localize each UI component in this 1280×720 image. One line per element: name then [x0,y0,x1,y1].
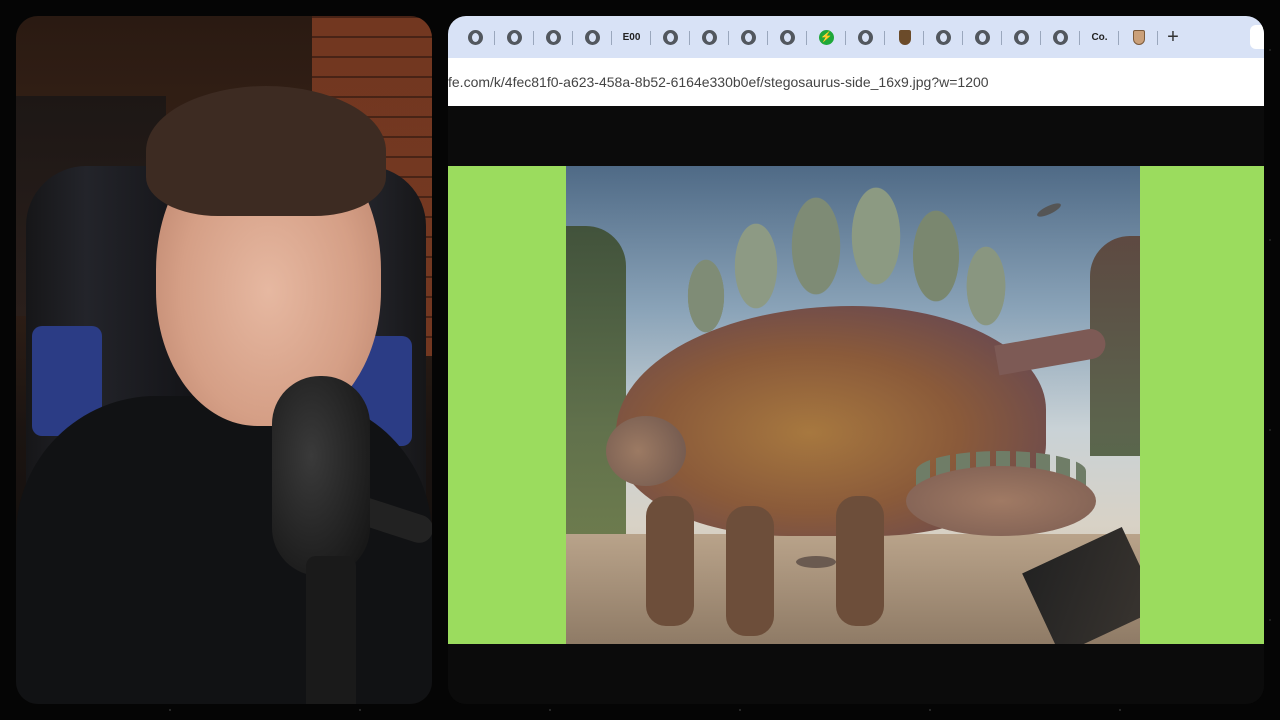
pterosaur [796,556,836,568]
letterbox-left [448,166,566,644]
globe-icon [546,29,561,45]
tab[interactable] [690,22,729,52]
tab[interactable] [456,22,495,52]
tab[interactable] [1119,22,1158,52]
tab[interactable]: ⚡ [807,22,846,52]
tree-left [566,226,626,566]
bolt-icon: ⚡ [819,29,834,45]
globe-icon [858,29,873,45]
stegosaurus-head [606,416,686,486]
shield-icon [1132,29,1145,45]
pterosaur [1035,200,1063,220]
tab[interactable] [573,22,612,52]
webcam-feed [16,16,432,704]
tab[interactable] [924,22,963,52]
stegosaurus-image[interactable] [566,166,1140,644]
globe-icon [741,29,756,45]
tab[interactable] [1002,22,1041,52]
globe-icon [702,29,717,45]
tab[interactable] [963,22,1002,52]
tab[interactable] [534,22,573,52]
tab[interactable]: Co. [1080,22,1119,52]
background-stegosaurus [906,466,1096,536]
tab[interactable] [495,22,534,52]
microphone [272,376,370,576]
shield-icon [898,29,911,45]
tab-strip: E00 ⚡ Co. + [448,16,1264,58]
tab[interactable] [1041,22,1080,52]
page-content [448,106,1264,704]
globe-icon [975,29,990,45]
address-bar[interactable]: fe.com/k/4fec81f0-a623-458a-8b52-6164e33… [448,58,1264,106]
tab[interactable] [846,22,885,52]
tab[interactable] [729,22,768,52]
person-hair [146,86,386,216]
globe-icon [468,29,483,45]
globe-icon [663,29,678,45]
stegosaurus-leg [836,496,884,626]
new-tab-button[interactable]: + [1158,22,1188,52]
globe-icon [507,29,522,45]
tab[interactable]: E00 [612,22,651,52]
tab[interactable] [651,22,690,52]
tab[interactable] [768,22,807,52]
tab-favicon-text: E00 [622,31,641,43]
tab-favicon-text: Co. [1091,31,1108,43]
globe-icon [936,29,951,45]
globe-icon [780,29,795,45]
tab[interactable] [885,22,924,52]
stegosaurus-leg [646,496,694,626]
browser-window: E00 ⚡ Co. + fe.com/k/4fec81f0-a623-458a-… [448,16,1264,704]
globe-icon [1053,29,1068,45]
mic-stand [306,556,356,704]
letterbox-right [1140,166,1264,644]
stegosaurus-leg [726,506,774,636]
extension-icon[interactable] [1250,25,1264,49]
globe-icon [1014,29,1029,45]
globe-icon [585,29,600,45]
url-text: fe.com/k/4fec81f0-a623-458a-8b52-6164e33… [448,74,989,90]
